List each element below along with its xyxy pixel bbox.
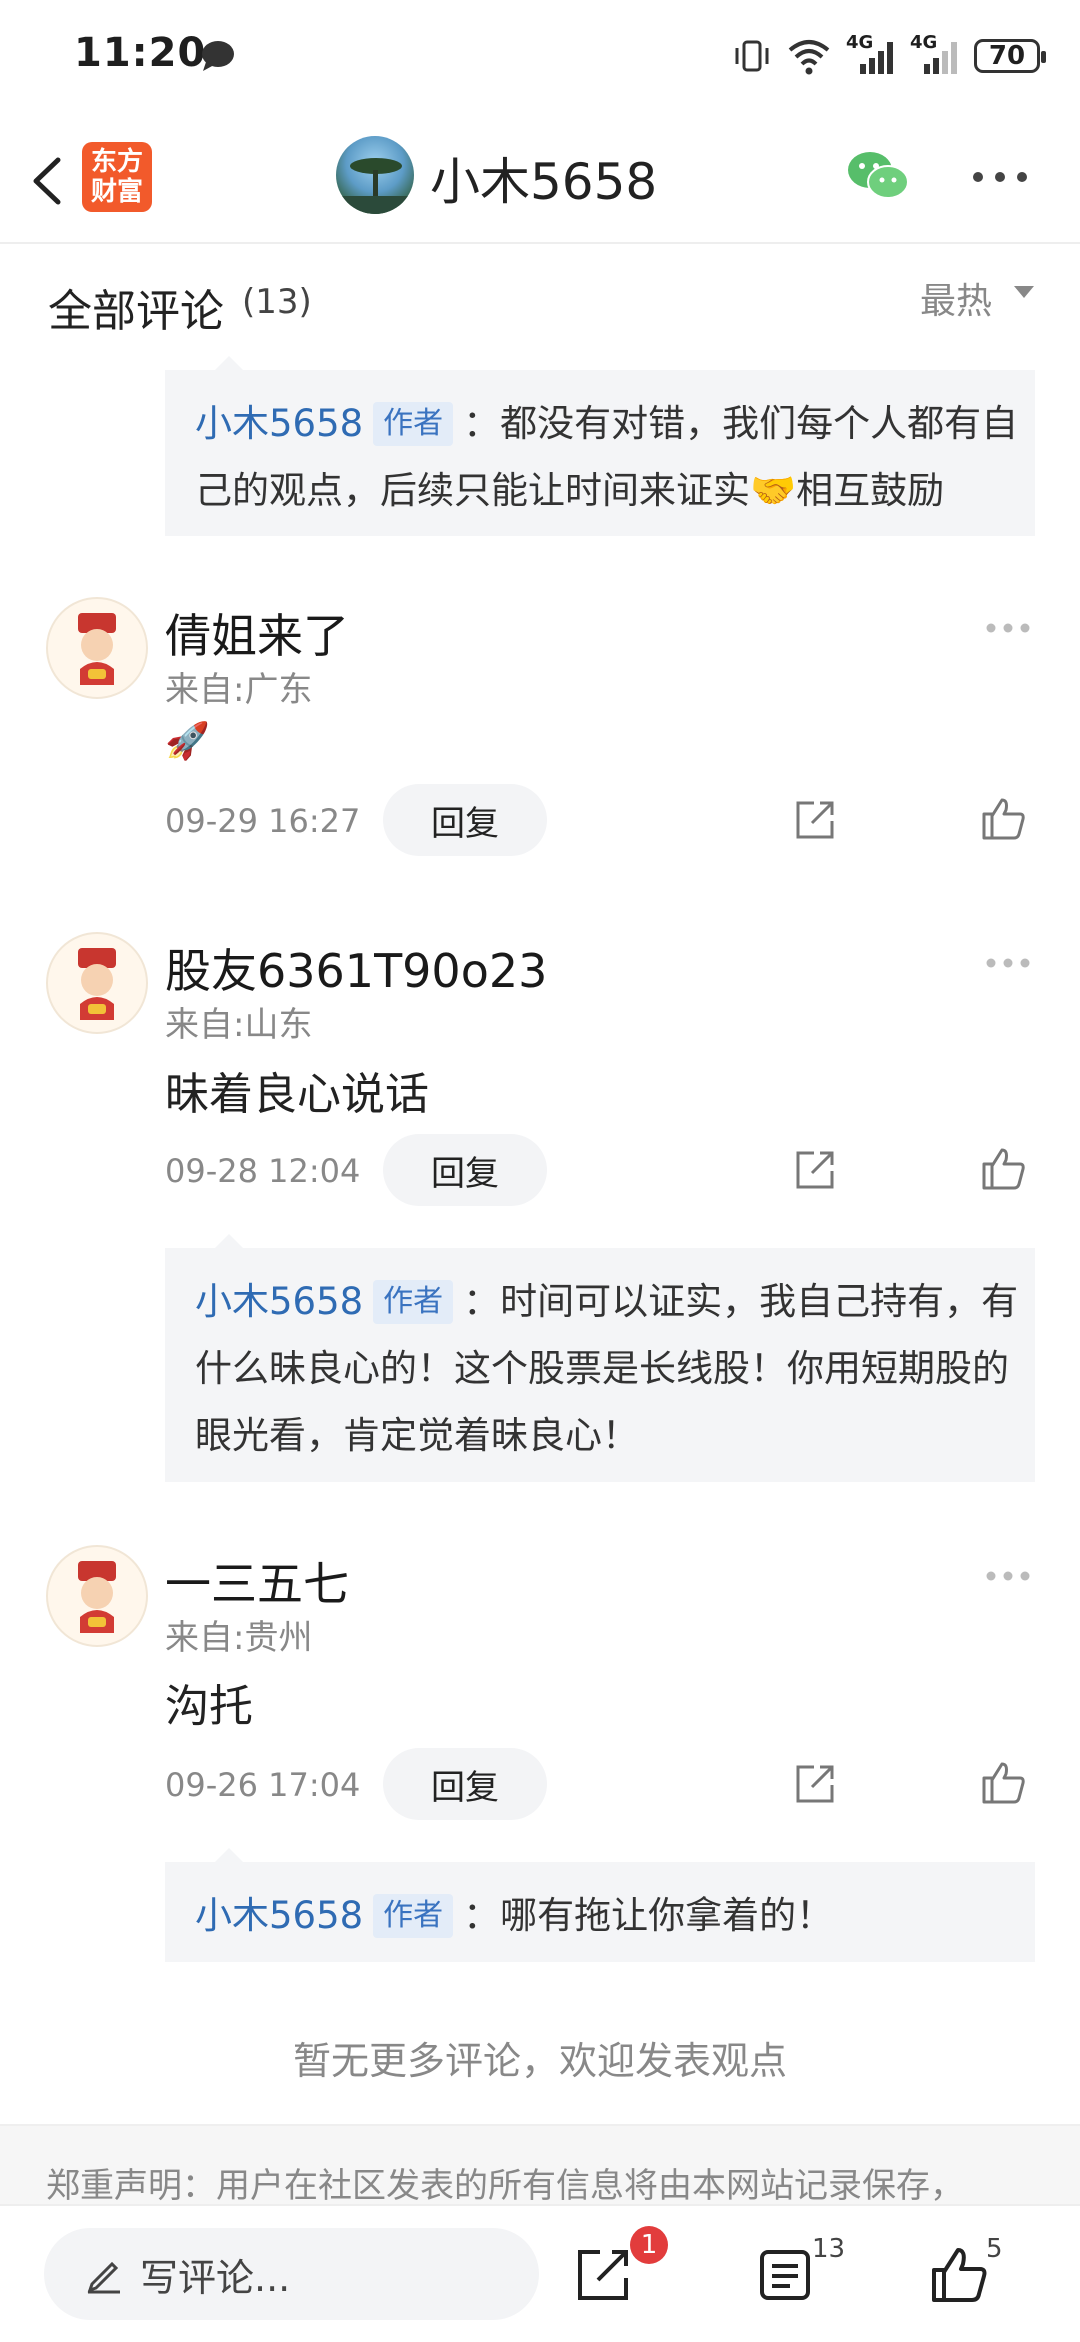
forward-icon[interactable] bbox=[574, 2246, 632, 2304]
like-icon[interactable] bbox=[980, 794, 1028, 842]
caishen-avatar-image bbox=[78, 613, 116, 685]
caishen-avatar-image bbox=[78, 1561, 116, 1633]
write-comment-placeholder: 写评论... bbox=[140, 2255, 291, 2300]
sort-dropdown[interactable]: 最热 bbox=[920, 272, 992, 324]
author-badge: 作者 bbox=[373, 402, 454, 446]
logo-line-2: 财富 bbox=[90, 177, 143, 207]
comment-location: 来自:山东 bbox=[165, 1005, 313, 1045]
comment-time: 09-29 16:27 bbox=[165, 802, 361, 840]
comment-list-icon[interactable] bbox=[756, 2246, 814, 2304]
comment-text: 🚀 bbox=[165, 721, 210, 762]
status-time: 11:20 bbox=[74, 30, 207, 76]
comment-time: 09-28 12:04 bbox=[165, 1152, 361, 1190]
like-count-label: 5 bbox=[986, 2234, 1003, 2264]
comment-time: 09-26 17:04 bbox=[165, 1766, 361, 1804]
author-reply[interactable]: 小木5658 作者 ：时间可以证实，我自己持有，有什么昧良心的！这个股票是长线股！你… bbox=[165, 1234, 1035, 1482]
write-comment-input[interactable]: 写评论... bbox=[44, 2228, 539, 2320]
like-icon[interactable] bbox=[980, 1144, 1028, 1192]
comment-username[interactable]: 股友6361T90o23 bbox=[165, 935, 547, 1001]
comment-avatar[interactable] bbox=[46, 1545, 148, 1647]
comment-text: 沟托 bbox=[165, 1681, 253, 1732]
more-options-icon[interactable] bbox=[970, 170, 1030, 184]
forward-count-badge: 1 bbox=[630, 2226, 668, 2264]
share-icon[interactable] bbox=[792, 797, 838, 843]
no-more-comments: 暂无更多评论，欢迎发表观点 bbox=[292, 2039, 787, 2083]
author-reply[interactable]: 小木5658 作者 ：都没有对错，我们每个人都有自己的观点，后续只能让时间来证实🤝相… bbox=[165, 356, 1035, 536]
network-type-2: 4G bbox=[910, 32, 938, 53]
comment-username[interactable]: 一三五七 bbox=[165, 1548, 349, 1614]
battery-icon: 70 bbox=[974, 39, 1046, 73]
logo-line-1: 东方 bbox=[90, 147, 143, 177]
share-icon[interactable] bbox=[792, 1761, 838, 1807]
caret-down-icon[interactable] bbox=[1014, 286, 1034, 298]
status-bar: 11:20 4G 4G 70 bbox=[0, 0, 1080, 120]
network-type-1: 4G bbox=[846, 32, 874, 53]
tree-avatar-image bbox=[336, 158, 414, 214]
wechat-icon[interactable] bbox=[846, 148, 910, 204]
bottom-action-bar: 写评论... 1 13 5 bbox=[0, 2204, 1080, 2342]
reply-button[interactable]: 回复 bbox=[383, 784, 547, 856]
like-icon[interactable] bbox=[980, 1758, 1028, 1806]
like-bottom-icon[interactable] bbox=[930, 2244, 990, 2304]
comment-username[interactable]: 倩姐来了 bbox=[165, 600, 349, 666]
signal-1-icon: 4G bbox=[846, 32, 896, 76]
comment-count: (13) bbox=[242, 282, 312, 322]
author-badge: 作者 bbox=[373, 1280, 454, 1324]
comment-text: 昧着良心说话 bbox=[165, 1069, 429, 1120]
message-icon bbox=[202, 41, 234, 71]
reply-button[interactable]: 回复 bbox=[383, 1748, 547, 1820]
reply-text: ：哪有拖让你拿着的！ bbox=[463, 1894, 834, 1937]
author-badge: 作者 bbox=[373, 1894, 454, 1938]
top-navbar: 东方 财富 小木5658 bbox=[0, 120, 1080, 244]
battery-level: 70 bbox=[988, 41, 1026, 71]
author-reply[interactable]: 小木5658 作者 ：哪有拖让你拿着的！ bbox=[165, 1848, 1035, 1962]
reply-button[interactable]: 回复 bbox=[383, 1134, 547, 1206]
section-title: 全部评论 bbox=[48, 286, 224, 337]
app-logo[interactable]: 东方 财富 bbox=[82, 142, 152, 212]
comment-location: 来自:贵州 bbox=[165, 1618, 313, 1658]
share-icon[interactable] bbox=[792, 1147, 838, 1193]
comment-avatar[interactable] bbox=[46, 597, 148, 699]
caishen-avatar-image bbox=[78, 948, 116, 1020]
comment-more-icon[interactable] bbox=[985, 957, 1031, 969]
reply-author-name[interactable]: 小木5658 bbox=[195, 1894, 363, 1937]
vibrate-icon bbox=[735, 40, 769, 72]
comment-more-icon[interactable] bbox=[985, 622, 1031, 634]
comment-count-label: 13 bbox=[812, 2234, 846, 2264]
comment-location: 来自:广东 bbox=[165, 670, 313, 710]
pen-icon bbox=[87, 2261, 120, 2294]
reply-author-name[interactable]: 小木5658 bbox=[195, 402, 363, 445]
user-avatar[interactable] bbox=[336, 136, 414, 214]
user-nickname[interactable]: 小木5658 bbox=[430, 142, 657, 214]
reply-author-name[interactable]: 小木5658 bbox=[195, 1280, 363, 1323]
status-icons: 4G 4G 70 bbox=[732, 32, 1046, 78]
back-arrow-icon[interactable] bbox=[20, 146, 80, 216]
comment-avatar[interactable] bbox=[46, 932, 148, 1034]
comment-more-icon[interactable] bbox=[985, 1570, 1031, 1582]
wifi-icon bbox=[788, 40, 830, 75]
signal-2-icon: 4G bbox=[910, 32, 960, 76]
disclaimer-text: 郑重声明：用户在社区发表的所有信息将由本网站记录保存， bbox=[0, 2124, 1080, 2204]
